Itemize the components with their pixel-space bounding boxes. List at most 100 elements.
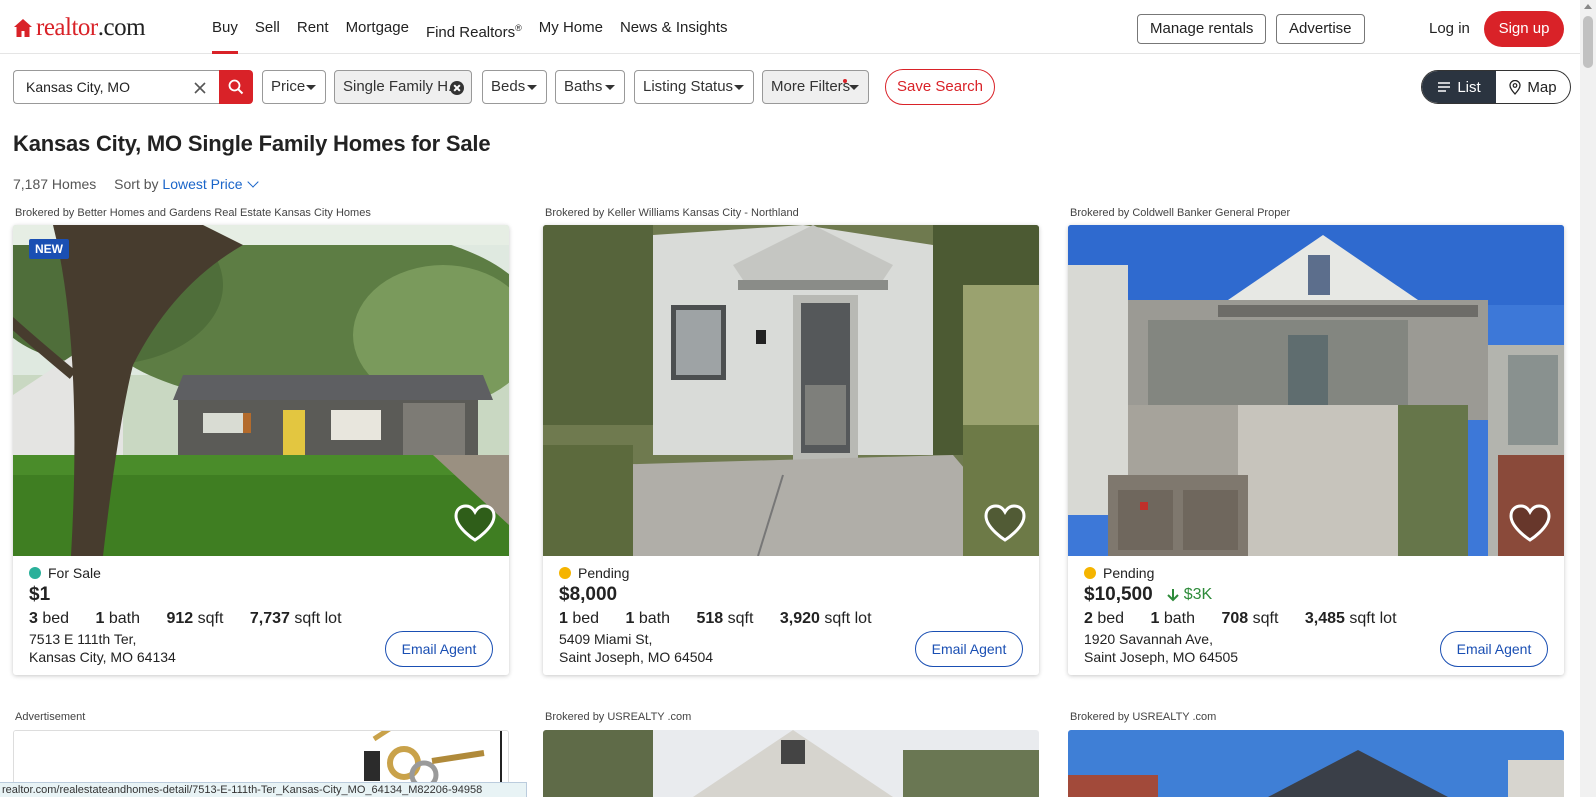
status-dot-icon <box>29 567 41 579</box>
home-type-filter[interactable]: Single Family H... <box>334 70 472 104</box>
favorite-heart-icon[interactable] <box>453 503 497 543</box>
broker-attribution: Brokered by Coldwell Banker General Prop… <box>1070 207 1291 219</box>
listing-status: Pending <box>559 565 629 581</box>
list-view-button[interactable]: List <box>1422 71 1496 103</box>
map-view-label: Map <box>1527 78 1557 96</box>
nav-rent[interactable]: Rent <box>297 0 329 54</box>
lot-spec: 3,920 sqft lot <box>780 610 872 627</box>
listing-specs: 3 bed 1 bath 912 sqft 7,737 sqft lot <box>29 610 364 628</box>
email-agent-button[interactable]: Email Agent <box>1440 631 1548 667</box>
house-photo-image <box>1068 225 1564 556</box>
house-photo-image <box>543 225 1039 556</box>
lot-unit: sqft lot <box>1349 610 1397 627</box>
nav-news-insights[interactable]: News & Insights <box>620 0 728 54</box>
beds-filter[interactable]: Beds <box>482 70 547 104</box>
listing-status-filter-label: Listing Status <box>643 78 734 95</box>
chevron-down-icon <box>734 85 744 90</box>
sort-value: Lowest Price <box>162 176 243 192</box>
listing-price: $1 <box>29 584 51 605</box>
listing-status: For Sale <box>29 565 101 581</box>
listing-card[interactable] <box>1068 730 1564 797</box>
listing-card[interactable]: Pending $8,000 1 bed 1 bath 518 sqft 3,9… <box>543 225 1039 675</box>
favorite-heart-icon[interactable] <box>983 503 1027 543</box>
sort-dropdown[interactable]: Lowest Price <box>162 176 259 192</box>
listing-card[interactable]: Pending $10,500 $3K 2 bed 1 bath 708 sqf… <box>1068 225 1564 675</box>
address-line-1: 1920 Savannah Ave, <box>1084 631 1213 647</box>
baths-filter[interactable]: Baths <box>555 70 625 104</box>
baths-unit: bath <box>638 610 671 627</box>
status-dot-icon <box>1084 567 1096 579</box>
nav-sell[interactable]: Sell <box>255 0 280 54</box>
top-navigation-bar: realtor .com Buy Sell Rent Mortgage Find … <box>0 0 1580 54</box>
signup-button[interactable]: Sign up <box>1484 11 1564 47</box>
sqft-spec: 912 sqft <box>166 610 223 627</box>
baths-spec: 1 bath <box>96 610 141 627</box>
email-agent-button[interactable]: Email Agent <box>385 631 493 667</box>
sqft-unit: sqft <box>1252 610 1279 627</box>
address-line-2: Saint Joseph, MO 64505 <box>1084 649 1239 665</box>
listing-status: Pending <box>1084 565 1154 581</box>
manage-rentals-button[interactable]: Manage rentals <box>1137 14 1267 44</box>
location-search-input[interactable]: Kansas City, MO <box>13 70 219 104</box>
listing-status-filter[interactable]: Listing Status <box>634 70 754 104</box>
listing-card[interactable] <box>543 730 1039 797</box>
house-photo-image <box>13 225 509 556</box>
address-line-1: 7513 E 111th Ter, <box>29 631 137 647</box>
listing-card[interactable]: NEW For Sale $1 3 bed 1 bath 912 sqft 7,… <box>13 225 509 675</box>
listing-price: $8,000 <box>559 584 618 605</box>
beds-value: 1 <box>559 610 568 627</box>
listing-address[interactable]: 1920 Savannah Ave, Saint Joseph, MO 6450… <box>1084 630 1238 666</box>
house-photo-image <box>1068 730 1564 797</box>
listing-photo[interactable]: NEW <box>13 225 509 556</box>
favorite-heart-icon[interactable] <box>1508 503 1552 543</box>
listing-specs: 2 bed 1 bath 708 sqft 3,485 sqft lot <box>1084 610 1419 628</box>
scroll-thumb[interactable] <box>1583 16 1593 68</box>
list-view-label: List <box>1457 78 1481 96</box>
scroll-up-arrow-icon[interactable] <box>1584 4 1592 9</box>
listing-address[interactable]: 5409 Miami St, Saint Joseph, MO 64504 <box>559 630 713 666</box>
home-logo-icon <box>14 19 32 37</box>
listing-specs: 1 bed 1 bath 518 sqft 3,920 sqft lot <box>559 610 894 628</box>
baths-unit: bath <box>1163 610 1196 627</box>
chevron-down-icon <box>849 85 859 90</box>
realtor-logo[interactable]: realtor .com <box>13 14 146 42</box>
beds-unit: bed <box>1097 610 1125 627</box>
map-view-button[interactable]: Map <box>1496 71 1570 103</box>
status-text: For Sale <box>48 565 101 581</box>
price-filter[interactable]: Price <box>262 70 326 104</box>
beds-value: 2 <box>1084 610 1093 627</box>
list-icon <box>1438 82 1451 92</box>
nav-mortgage[interactable]: Mortgage <box>346 0 409 54</box>
sqft-value: 912 <box>166 610 194 627</box>
listing-address[interactable]: 7513 E 111th Ter, Kansas City, MO 64134 <box>29 630 176 666</box>
active-filter-dot <box>843 79 847 83</box>
search-button[interactable] <box>219 70 253 104</box>
clear-search-icon[interactable] <box>193 81 207 95</box>
login-link[interactable]: Log in <box>1429 14 1470 44</box>
broker-attribution: Brokered by USREALTY .com <box>1070 711 1217 723</box>
chevron-down-icon <box>306 85 316 90</box>
baths-value: 1 <box>625 610 635 627</box>
listing-price: $10,500 $3K <box>1084 584 1212 606</box>
baths-unit: bath <box>108 610 141 627</box>
listing-photo[interactable] <box>543 225 1039 556</box>
price-filter-label: Price <box>271 78 306 95</box>
nav-my-home[interactable]: My Home <box>539 0 603 54</box>
beds-spec: 1 bed <box>559 610 599 627</box>
more-filters-button[interactable]: More Filters <box>762 70 869 104</box>
list-map-toggle: List Map <box>1421 70 1571 104</box>
listing-photo[interactable] <box>1068 225 1564 556</box>
price-reduction: $3K <box>1166 586 1212 604</box>
nav-buy[interactable]: Buy <box>212 0 238 54</box>
sqft-unit: sqft <box>727 610 754 627</box>
nav-find-realtors[interactable]: Find Realtors® <box>426 0 522 54</box>
lot-spec: 7,737 sqft lot <box>250 610 342 627</box>
clear-filter-icon[interactable] <box>450 81 464 95</box>
beds-spec: 3 bed <box>29 610 69 627</box>
logo-text: realtor <box>36 14 98 41</box>
page-scrollbar[interactable] <box>1580 0 1596 797</box>
save-search-button[interactable]: Save Search <box>885 69 995 105</box>
advertise-button[interactable]: Advertise <box>1276 14 1365 44</box>
advertisement-label: Advertisement <box>15 711 86 723</box>
email-agent-button[interactable]: Email Agent <box>915 631 1023 667</box>
